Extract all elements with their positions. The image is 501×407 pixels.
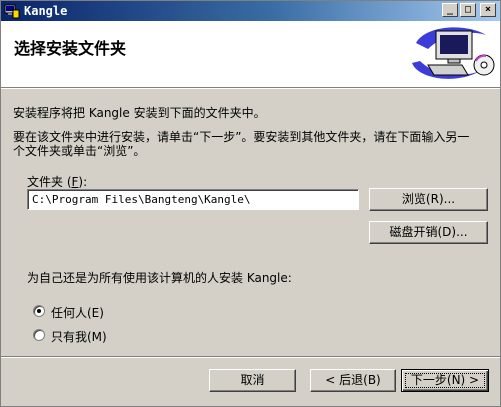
folder-label: 文件夹 (F): [27,173,87,190]
radio-everyone-label[interactable]: 任何人(E) [51,304,104,321]
next-button[interactable]: 下一步(N) > [401,369,489,392]
wizard-header: 选择安装文件夹 [1,21,500,88]
minimize-button[interactable]: _ [442,3,458,17]
window-title: Kangle [24,4,68,18]
radio-just-me-label[interactable]: 只有我(M) [51,328,107,345]
computer-disc-icon [412,27,495,79]
folder-label-suffix: ): [78,175,88,189]
browse-button[interactable]: 浏览(R)... [369,188,488,211]
focus-rect [405,373,485,388]
folder-path-input[interactable]: C:\Program Files\Bangteng\Kangle\ [27,189,359,210]
maximize-icon: □ [464,4,472,15]
minimize-icon: _ [446,4,454,15]
footer-divider-highlight [1,357,500,358]
disk-cost-button[interactable]: 磁盘开销(D)... [369,221,488,244]
radio-selected-dot [37,309,41,313]
radio-everyone[interactable] [33,305,45,317]
install-for-question: 为自己还是为所有使用该计算机的人安装 Kangle: [27,271,292,285]
back-button[interactable]: < 后退(B) [310,369,396,392]
maximize-button[interactable]: □ [460,3,476,17]
installer-app-icon [4,4,20,19]
header-divider [1,88,500,89]
close-button[interactable]: × [480,3,496,17]
radio-just-me[interactable] [33,329,45,341]
intro-text: 安装程序将把 Kangle 安装到下面的文件夹中。 [13,106,266,120]
folder-label-prefix: 文件夹 ( [27,175,72,189]
title-bar[interactable]: Kangle _ □ × [1,1,500,21]
close-icon: × [484,4,492,15]
installer-window: Kangle _ □ × 选择安装文件夹 安装程序将把 Kangle 安装到下面… [0,0,501,407]
instruction-line-2: 个文件夹或单击“浏览”。 [13,144,146,158]
page-title: 选择安装文件夹 [14,39,127,58]
cancel-button[interactable]: 取消 [209,369,296,392]
